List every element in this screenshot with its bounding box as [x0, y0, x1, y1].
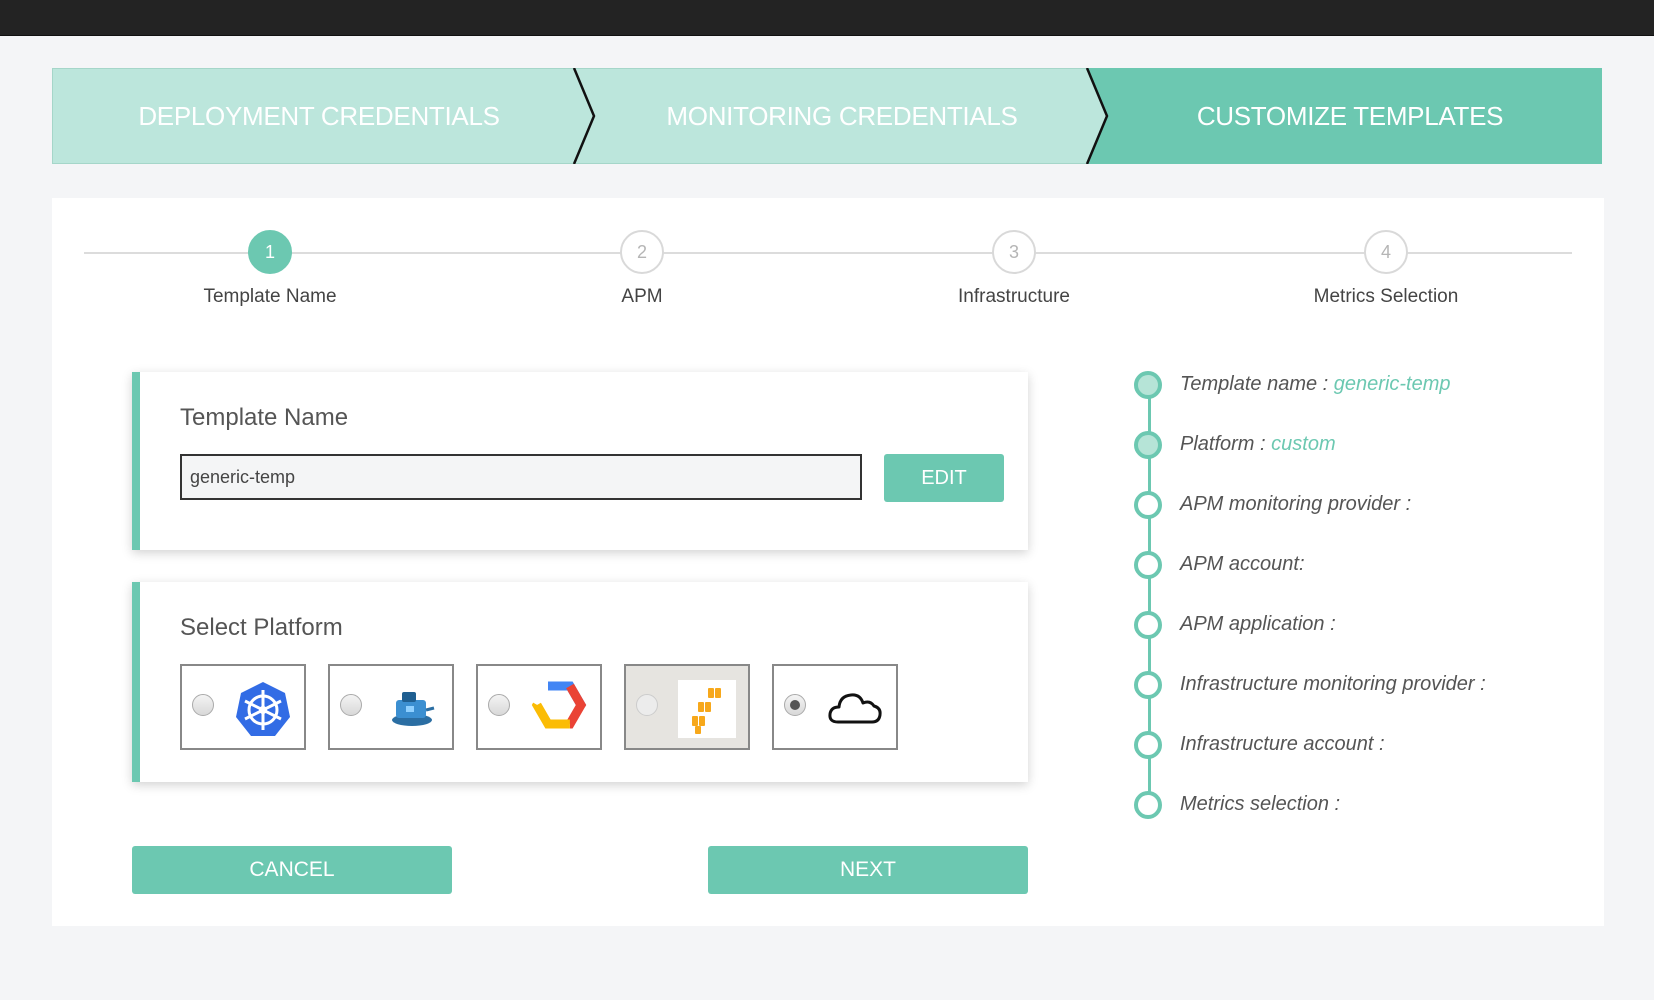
template-name-title: Template Name: [180, 404, 349, 431]
edit-button[interactable]: EDIT: [884, 454, 1004, 502]
step-number-badge: 2: [620, 230, 664, 274]
template-name-input[interactable]: [180, 454, 862, 500]
stepper-step-template-name[interactable]: 1 Template Name: [120, 230, 420, 308]
step-label: Metrics Selection: [1313, 286, 1459, 307]
stepper-step-infrastructure[interactable]: 3 Infrastructure: [864, 230, 1164, 308]
summary-value: custom: [1271, 433, 1336, 455]
summary-value: generic-temp: [1333, 373, 1451, 395]
platform-option-kubernetes[interactable]: [180, 664, 306, 750]
select-platform-title: Select Platform: [180, 614, 343, 641]
timeline-dot: [1134, 551, 1162, 579]
timeline-dot: [1134, 491, 1162, 519]
step-number-badge: 4: [1364, 230, 1408, 274]
platform-radio[interactable]: [340, 694, 362, 716]
kubernetes-icon: [236, 682, 290, 736]
step-label: APM: [621, 286, 663, 307]
top-bar: [0, 0, 1654, 36]
docker-swarm-icon: [392, 692, 435, 726]
platform-option-aws[interactable]: [624, 664, 750, 750]
summary-label: APM application :: [1180, 613, 1336, 635]
summary-label: Template name :: [1180, 373, 1329, 395]
template-name-card: Template Name EDIT: [132, 372, 1028, 550]
stepper-step-metrics-selection[interactable]: 4 Metrics Selection: [1236, 230, 1536, 308]
timeline-dot: [1134, 611, 1162, 639]
platform-radio[interactable]: [192, 694, 214, 716]
timeline-dot-complete: [1134, 371, 1162, 399]
summary-label: Metrics selection :: [1180, 793, 1341, 815]
cancel-button[interactable]: CANCEL: [132, 846, 452, 894]
platform-option-docker-swarm[interactable]: [328, 664, 454, 750]
wizard-step-customize-templates[interactable]: CUSTOMIZE TEMPLATES: [1098, 68, 1602, 164]
platform-option-custom-cloud[interactable]: [772, 664, 898, 750]
step-label: Infrastructure: [958, 286, 1070, 307]
timeline-dot: [1134, 731, 1162, 759]
summary-label: APM account:: [1180, 553, 1305, 575]
summary-label: APM monitoring provider :: [1180, 493, 1412, 515]
platform-option-google-cloud[interactable]: [476, 664, 602, 750]
step-number-badge: 3: [992, 230, 1036, 274]
google-cloud-icon: [531, 681, 587, 729]
platform-radio-selected[interactable]: [784, 694, 806, 716]
wizard-step-deployment-credentials[interactable]: DEPLOYMENT CREDENTIALS: [52, 68, 586, 164]
platform-radio[interactable]: [488, 694, 510, 716]
summary-label: Infrastructure monitoring provider :: [1180, 673, 1486, 695]
wizard-step-monitoring-credentials[interactable]: MONITORING CREDENTIALS: [586, 68, 1098, 164]
timeline-dot: [1134, 671, 1162, 699]
timeline-dot: [1134, 791, 1162, 819]
timeline-dot-complete: [1134, 431, 1162, 459]
select-platform-card: Select Platform: [132, 582, 1028, 782]
summary-label: Infrastructure account :: [1180, 733, 1385, 755]
summary-label: Platform :: [1180, 433, 1266, 455]
platform-radio[interactable]: [636, 694, 658, 716]
next-button[interactable]: NEXT: [708, 846, 1028, 894]
aws-icon: [678, 680, 736, 738]
cloud-icon: [828, 693, 882, 724]
stepper-step-apm[interactable]: 2 APM: [492, 230, 792, 308]
step-number-badge: 1: [248, 230, 292, 274]
step-label: Template Name: [203, 286, 337, 307]
wizard-progress: DEPLOYMENT CREDENTIALS MONITORING CREDEN…: [52, 68, 1602, 164]
